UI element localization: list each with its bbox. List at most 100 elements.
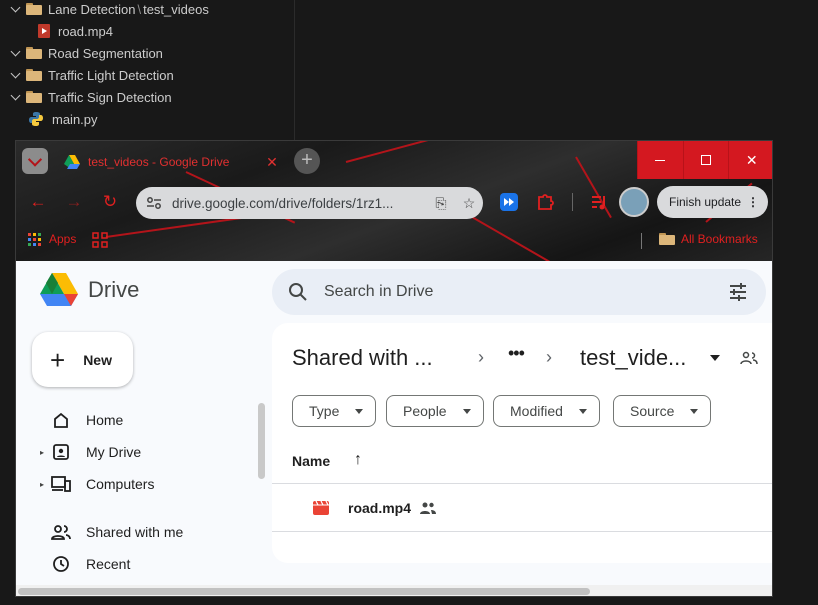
filter-people[interactable]: People [386,395,484,427]
file-list-panel: Shared with ... › ••• › test_vide... Typ… [272,323,772,563]
expand-arrow-icon[interactable]: ▸ [40,480,50,489]
table-row[interactable]: road.mp4 [272,485,772,531]
nav-recent[interactable]: Recent [40,550,130,578]
tree-label: Road Segmentation [48,45,163,61]
drive-logo[interactable]: Drive [40,273,139,307]
folder-icon [26,3,42,15]
chevron-down-icon [8,89,24,105]
forward-icon[interactable]: → [64,192,84,212]
filter-source-label: Source [630,403,675,419]
nav-my-drive-label: My Drive [86,444,142,460]
new-button-label: New [83,351,112,368]
new-button[interactable]: + New [32,332,133,387]
bookmark-apps-label: Apps [49,232,77,246]
finish-update-button[interactable]: Finish update ⋮ [657,186,768,218]
tab-close-icon[interactable]: ✕ [264,154,280,171]
site-settings-icon [147,197,161,209]
filter-people-label: People [403,403,447,419]
filter-modified[interactable]: Modified [493,395,600,427]
tree-folder-road-segmentation[interactable]: Road Segmentation [8,42,163,64]
install-app-icon[interactable]: ⎘ [427,195,455,212]
chevron-down-icon [690,408,699,414]
scrollbar-thumb[interactable] [18,588,590,595]
finish-update-label: Finish update [669,195,742,209]
folder-icon [26,91,42,103]
sort-ascending-icon[interactable]: ↑ [354,451,362,469]
extensions-puzzle-icon[interactable] [536,193,554,211]
folder-menu-caret-icon[interactable] [710,355,720,361]
tab-drive[interactable]: test_videos - Google Drive ✕ [54,145,290,179]
search-placeholder: Search in Drive [324,283,434,300]
address-bar[interactable]: drive.google.com/drive/folders/1rz1... ⎘… [136,187,483,219]
chevron-down-icon [355,408,364,414]
tree-label: main.py [52,111,98,127]
minimize-button[interactable] [637,141,683,179]
home-icon [50,411,72,429]
profile-avatar[interactable] [619,187,649,217]
media-controls-icon[interactable] [590,193,608,211]
shared-icon [50,523,72,541]
my-drive-icon [50,443,72,461]
new-tab-button[interactable]: + [294,148,320,174]
search-options-icon[interactable] [728,282,748,302]
close-window-button[interactable]: ✕ [728,141,772,179]
nav-home[interactable]: Home [40,406,123,434]
drive-search-bar[interactable]: Search in Drive [272,269,766,315]
tab-search-button[interactable] [22,148,48,174]
sidebar-scrollbar[interactable] [258,403,265,479]
apps-grid-icon [28,232,41,246]
filter-type-label: Type [309,403,340,419]
maximize-button[interactable] [682,141,729,179]
tree-folder-traffic-sign[interactable]: Traffic Sign Detection [8,86,172,108]
computers-icon [50,475,72,493]
tab-groups-grid-icon [92,232,108,248]
column-header-name[interactable]: Name [292,453,330,469]
plus-icon: + [50,344,66,375]
nav-computers-label: Computers [86,476,155,492]
drive-app-name: Drive [88,277,140,302]
back-icon[interactable]: ← [28,192,48,212]
shared-folder-icon [740,351,758,365]
tree-label: Traffic Light Detection [48,67,174,83]
toolbar-divider [572,193,573,211]
breadcrumb-current[interactable]: test_vide... [580,345,686,371]
horizontal-scrollbar[interactable] [16,585,772,596]
filter-source[interactable]: Source [613,395,712,427]
tree-file-main-py[interactable]: main.py [28,108,98,130]
nav-computers[interactable]: ▸ Computers [40,470,154,498]
file-explorer: Lane Detection \ test_videos road.mp4 Ro… [0,0,818,140]
video-file-icon [313,500,329,515]
filter-type[interactable]: Type [292,395,377,427]
breadcrumb-ellipsis[interactable]: ••• [508,343,525,364]
minimize-icon [655,159,666,161]
row-divider [272,531,772,532]
tree-file-road-mp4[interactable]: road.mp4 [38,20,113,42]
video-file-icon [38,24,50,38]
browser-frame: test_videos - Google Drive ✕ + ✕ ← → ↻ d… [16,141,772,261]
bookmark-star-icon[interactable]: ☆ [455,195,483,212]
chevron-down-icon [578,408,587,414]
explorer-divider [294,0,295,140]
chevron-down-icon [8,67,24,83]
shared-file-icon [420,502,437,514]
chevron-down-icon [8,45,24,61]
breadcrumb-chevron-icon: › [546,347,552,367]
breadcrumb-shared[interactable]: Shared with ... [292,345,433,371]
browser-window: test_videos - Google Drive ✕ + ✕ ← → ↻ d… [15,140,773,597]
nav-shared-with-me[interactable]: Shared with me [40,518,183,546]
chevron-down-icon [8,1,24,17]
nav-home-label: Home [86,412,124,428]
extension-fastforward-icon[interactable] [500,193,518,211]
reload-icon[interactable]: ↻ [100,192,120,212]
tab-groups-icon[interactable] [92,232,108,248]
nav-recent-label: Recent [86,556,131,572]
tab-title: test_videos - Google Drive [88,155,230,169]
tree-label: road.mp4 [58,23,113,39]
tree-folder-traffic-light[interactable]: Traffic Light Detection [8,64,174,86]
expand-arrow-icon[interactable]: ▸ [40,448,50,457]
nav-my-drive[interactable]: ▸ My Drive [40,438,141,466]
all-bookmarks-button[interactable]: All Bookmarks [659,232,758,246]
bookmark-apps[interactable]: Apps [28,232,76,246]
bookmarks-bar: Apps All Bookmarks [16,225,772,255]
tree-folder-lane-detection[interactable]: Lane Detection \ test_videos [8,0,209,20]
